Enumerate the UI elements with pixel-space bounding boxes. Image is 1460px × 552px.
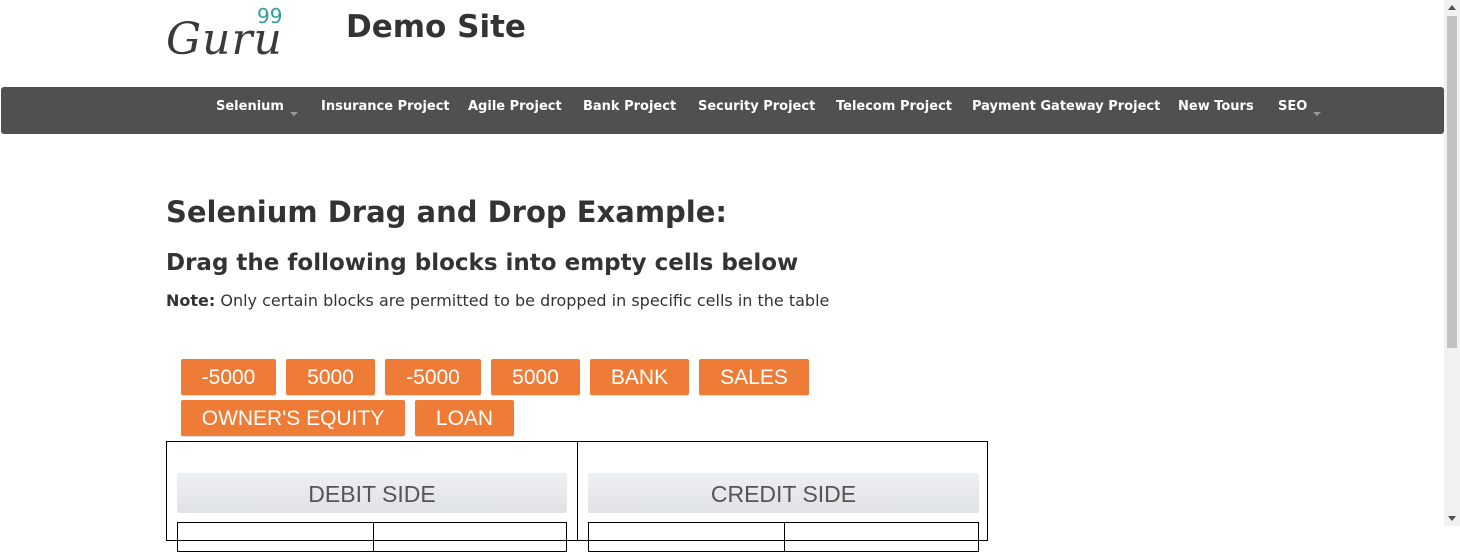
drag-block-minus-5000[interactable]: -5000 (181, 359, 276, 395)
note-label: Note: (166, 291, 216, 310)
nav-item-agile-project[interactable]: Agile Project (468, 87, 562, 134)
nav-item-label: Selenium (216, 99, 284, 114)
caret-down-icon (289, 112, 298, 116)
nav-item-insurance-project[interactable]: Insurance Project (321, 87, 450, 134)
scroll-down-arrow-icon[interactable] (1448, 516, 1456, 521)
drag-block-sales[interactable]: SALES (699, 359, 809, 395)
main-navbar: Selenium Insurance Project Agile Project… (1, 87, 1444, 134)
drag-block-bank[interactable]: BANK (590, 359, 689, 395)
nav-item-label: Bank Project (583, 99, 677, 114)
nav-item-label: Insurance Project (321, 99, 450, 114)
nav-item-seo[interactable]: SEO (1278, 87, 1322, 134)
nav-item-label: SEO (1278, 99, 1308, 114)
site-title: Demo Site (346, 9, 526, 45)
drag-block-loan[interactable]: LOAN (415, 400, 514, 436)
logo-superscript: 99 (257, 4, 283, 28)
drag-block-owners-equity[interactable]: OWNER'S EQUITY (181, 400, 405, 436)
page-title: Selenium Drag and Drop Example: (166, 195, 727, 229)
credit-drop-area[interactable] (588, 522, 979, 552)
note-text: Note: Only certain blocks are permitted … (166, 291, 829, 310)
nav-item-label: New Tours (1178, 99, 1254, 114)
drag-block-5000[interactable]: 5000 (491, 359, 580, 395)
nav-item-payment-gateway-project[interactable]: Payment Gateway Project (972, 87, 1160, 134)
debit-side-header: DEBIT SIDE (177, 473, 567, 513)
scroll-up-arrow-icon[interactable] (1448, 5, 1456, 10)
credit-side-header: CREDIT SIDE (588, 473, 979, 513)
nav-item-security-project[interactable]: Security Project (698, 87, 815, 134)
scroll-thumb[interactable] (1447, 16, 1457, 348)
drop-table: DEBIT SIDE CREDIT SIDE (166, 441, 988, 552)
vertical-scrollbar[interactable] (1444, 0, 1460, 526)
cell-divider (784, 523, 785, 551)
site-header: Guru 99 Demo Site (0, 0, 1444, 87)
nav-item-label: Payment Gateway Project (972, 99, 1161, 114)
nav-item-telecom-project[interactable]: Telecom Project (836, 87, 952, 134)
table-divider (577, 442, 578, 540)
cell-divider (373, 523, 374, 551)
nav-item-bank-project[interactable]: Bank Project (583, 87, 676, 134)
drag-block-5000[interactable]: 5000 (286, 359, 375, 395)
nav-item-label: Agile Project (468, 99, 562, 114)
caret-down-icon (1313, 112, 1322, 116)
page-subtitle: Drag the following blocks into empty cel… (166, 250, 799, 276)
drag-block-minus-5000[interactable]: -5000 (385, 359, 481, 395)
nav-item-selenium[interactable]: Selenium (216, 87, 298, 134)
nav-item-label: Telecom Project (836, 99, 953, 114)
note-body: Only certain blocks are permitted to be … (215, 291, 830, 310)
nav-item-new-tours[interactable]: New Tours (1178, 87, 1254, 134)
debit-drop-area[interactable] (177, 522, 567, 552)
nav-item-label: Security Project (698, 99, 816, 114)
